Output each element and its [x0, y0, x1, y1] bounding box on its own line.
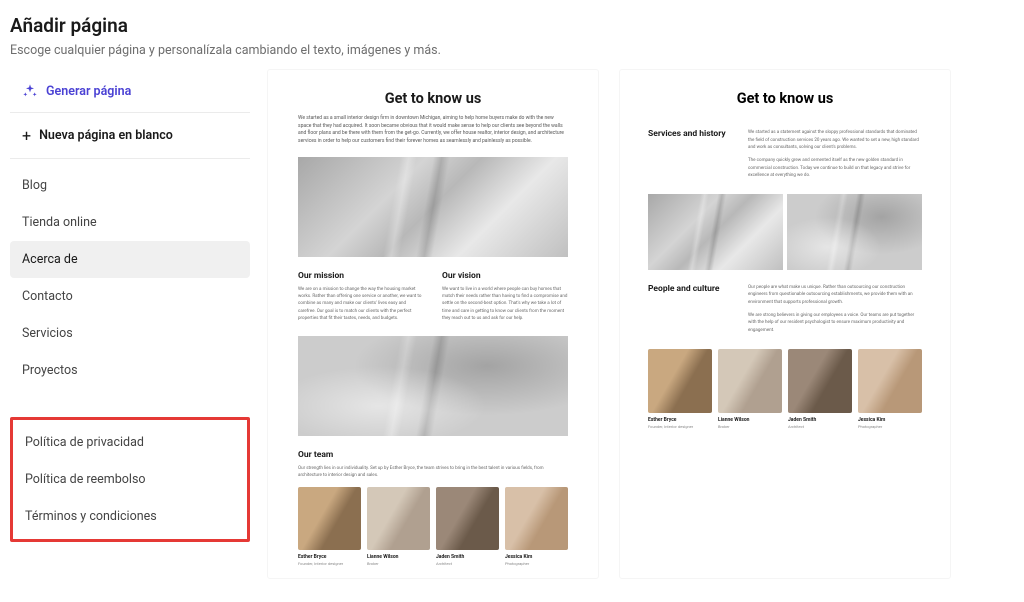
member-role: Founder, Interior designer: [298, 561, 361, 566]
member-name: Esther Bryce: [648, 417, 712, 423]
preview1-vision-text: We want to live in a world where people …: [442, 286, 568, 322]
sidebar-item-servicios[interactable]: Servicios: [10, 315, 250, 352]
generate-page-label: Generar página: [46, 84, 131, 99]
team-member: Esther Bryce Founder, Interior designer: [298, 487, 361, 566]
sidebar-item-tienda[interactable]: Tienda online: [10, 204, 250, 241]
team-member: Jessica Kim Photographer: [505, 487, 568, 566]
member-name: Lianne Wilson: [718, 417, 782, 423]
preview2-services-heading: Services and history: [648, 129, 728, 140]
preview1-image-2: [298, 336, 568, 436]
sidebar-item-contacto[interactable]: Contacto: [10, 278, 250, 315]
p2-text-block: The company quickly grew and cemented it…: [748, 157, 922, 180]
p2-text-block: We are strong believers in giving our em…: [748, 312, 922, 335]
avatar: [858, 349, 922, 413]
member-role: Broker: [367, 561, 430, 566]
member-name: Jaden Smith: [788, 417, 852, 423]
team-member: Lianne Wilson Broker: [367, 487, 430, 566]
member-role: Photographer: [858, 424, 922, 429]
preview1-mission-heading: Our mission: [298, 271, 424, 281]
member-name: Jessica Kim: [505, 554, 568, 560]
generate-page-button[interactable]: Generar página: [10, 70, 250, 113]
template-preview-2[interactable]: Get to know us Services and history We s…: [620, 70, 950, 578]
avatar: [298, 487, 361, 550]
page-subtitle: Escoge cualquier página y personalízala …: [10, 43, 1014, 58]
preview2-people-text: Our people are what make us unique. Rath…: [748, 284, 922, 335]
sidebar-item-reembolso[interactable]: Política de reembolso: [13, 461, 247, 498]
preview1-vision-heading: Our vision: [442, 271, 568, 281]
avatar: [367, 487, 430, 550]
preview1-hero-image: [298, 157, 568, 257]
member-name: Esther Bryce: [298, 554, 361, 560]
blank-page-button[interactable]: + Nueva página en blanco: [10, 113, 250, 159]
team-member: Esther Bryce Founder, Interior designer: [648, 349, 712, 429]
blank-page-label: Nueva página en blanco: [39, 128, 173, 143]
p2-text-block: Our people are what make us unique. Rath…: [748, 284, 922, 307]
preview1-heading: Get to know us: [298, 90, 568, 107]
avatar: [718, 349, 782, 413]
plus-icon: +: [22, 126, 31, 145]
avatar: [648, 349, 712, 413]
member-role: Broker: [718, 424, 782, 429]
member-name: Jessica Kim: [858, 417, 922, 423]
preview1-mission-text: We are on a mission to change the way th…: [298, 286, 424, 322]
sidebar-item-privacidad[interactable]: Política de privacidad: [13, 424, 247, 461]
preview2-image-2: [787, 194, 922, 270]
member-name: Jaden Smith: [436, 554, 499, 560]
p2-text-block: We started as a statement against the sl…: [748, 129, 922, 152]
sparkle-icon: [22, 83, 38, 99]
preview2-image-1: [648, 194, 783, 270]
preview2-people-heading: People and culture: [648, 284, 728, 295]
avatar: [436, 487, 499, 550]
sidebar-item-blog[interactable]: Blog: [10, 167, 250, 204]
sidebar: Generar página + Nueva página en blanco …: [10, 70, 250, 578]
member-name: Lianne Wilson: [367, 554, 430, 560]
preview2-heading: Get to know us: [648, 90, 922, 107]
member-role: Photographer: [505, 561, 568, 566]
highlight-box: Política de privacidad Política de reemb…: [10, 417, 250, 542]
preview1-team-text: Our strength lies in our individuality. …: [298, 465, 568, 479]
avatar: [788, 349, 852, 413]
team-member: Jaden Smith Architect: [788, 349, 852, 429]
preview2-services-text: We started as a statement against the sl…: [748, 129, 922, 180]
team-member: Jessica Kim Photographer: [858, 349, 922, 429]
preview1-intro: We started as a small interior design fi…: [298, 115, 568, 145]
avatar: [505, 487, 568, 550]
sidebar-item-terminos[interactable]: Términos y condiciones: [13, 498, 247, 535]
page-title: Añadir página: [10, 14, 1014, 37]
team-member: Lianne Wilson Broker: [718, 349, 782, 429]
team-member: Jaden Smith Architect: [436, 487, 499, 566]
member-role: Founder, Interior designer: [648, 424, 712, 429]
sidebar-item-acerca[interactable]: Acerca de: [10, 241, 250, 278]
sidebar-item-proyectos[interactable]: Proyectos: [10, 352, 250, 389]
preview1-team-heading: Our team: [298, 450, 568, 460]
member-role: Architect: [436, 561, 499, 566]
member-role: Architect: [788, 424, 852, 429]
template-preview-1[interactable]: Get to know us We started as a small int…: [268, 70, 598, 578]
